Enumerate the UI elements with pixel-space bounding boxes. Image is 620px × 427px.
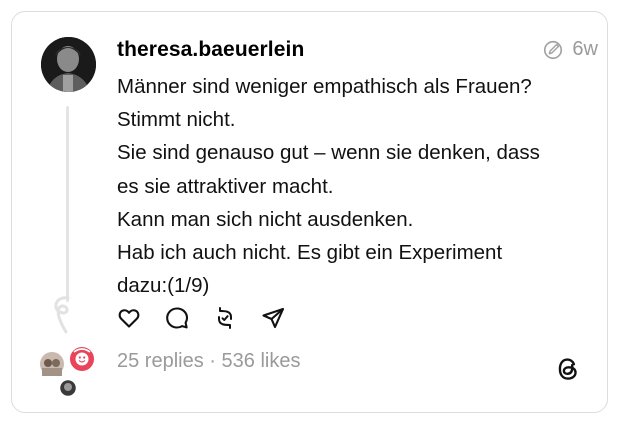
post-line: Sie sind genauso gut – wenn sie denken, …: [117, 141, 540, 165]
post-age[interactable]: 6w: [572, 38, 598, 61]
share-button[interactable]: [260, 305, 286, 331]
thread-curl-icon: [54, 296, 70, 334]
action-bar: [116, 305, 286, 331]
repost-button[interactable]: [212, 305, 238, 331]
post-body: Männer sind weniger empathisch als Fraue…: [117, 70, 592, 302]
post-line: dazu:(1/9): [117, 274, 210, 298]
replies-count[interactable]: 25 replies: [117, 350, 204, 372]
repost-icon: [218, 307, 232, 329]
reply-button[interactable]: [164, 305, 190, 331]
post-stats: 25 replies · 536 likes: [117, 350, 300, 373]
heart-icon: [118, 309, 140, 328]
reply-avatars[interactable]: [36, 344, 100, 402]
edited-pencil-icon: [544, 40, 563, 59]
post-line: Männer sind weniger empathisch als Fraue…: [117, 75, 532, 98]
post-line: Stimmt nicht.: [117, 108, 236, 132]
stats-separator: ·: [209, 350, 216, 372]
replier-avatar-2: [58, 378, 78, 398]
threads-logo-icon[interactable]: [555, 355, 581, 383]
reaction-badge-icon: [68, 345, 96, 373]
share-icon: [262, 307, 285, 329]
author-avatar[interactable]: [41, 37, 96, 92]
post-meta: 6w: [542, 38, 598, 61]
post-line: Kann man sich nicht ausdenken.: [117, 207, 414, 231]
replier-avatar-1: [40, 352, 64, 376]
likes-count[interactable]: 536 likes: [222, 350, 301, 372]
thread-line: [66, 106, 69, 302]
author-username[interactable]: theresa.baeuerlein: [117, 38, 304, 62]
like-button[interactable]: [116, 305, 142, 331]
post-line: es sie attraktiver macht.: [117, 174, 334, 198]
comment-icon: [166, 307, 189, 329]
post-line: Hab ich auch nicht. Es gibt ein Experime…: [117, 241, 503, 265]
